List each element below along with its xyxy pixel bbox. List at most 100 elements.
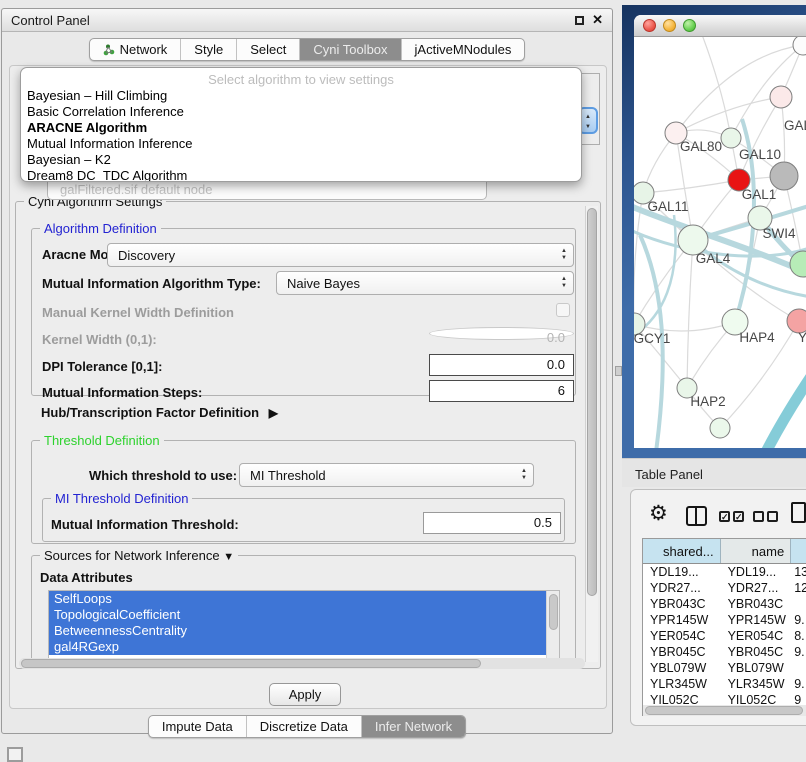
network-edge[interactable] xyxy=(643,180,739,193)
table-cell xyxy=(791,596,806,612)
network-edge[interactable] xyxy=(766,375,806,448)
attribute-gal4rgexp[interactable]: gal4RGexp xyxy=(49,639,546,655)
hub-transcription-factor-toggle[interactable]: Hub/Transcription Factor Definition ▶ xyxy=(41,405,278,420)
algorithm-option-bayesian-hill-climbing[interactable]: Bayesian – Hill Climbing xyxy=(21,88,581,104)
node-label-swi4: SWI4 xyxy=(762,226,795,241)
algorithm-option-aracne-algorithm[interactable]: ARACNE Algorithm xyxy=(21,120,581,136)
unchecked-boxes-icon[interactable] xyxy=(753,511,778,522)
table-cell: YPR145W xyxy=(721,612,792,628)
network-node[interactable] xyxy=(710,418,730,438)
table-row[interactable]: YER054CYER054C8. xyxy=(643,628,806,644)
algorithm-option-bayesian-k2[interactable]: Bayesian – K2 xyxy=(21,152,581,168)
table-cell: 8. xyxy=(791,628,806,644)
table-row[interactable]: YPR145WYPR145W9. xyxy=(643,612,806,628)
network-canvas[interactable]: GALGAL80GAL10GAL1GAL11SWI4GAL4GCY1HAP4YH… xyxy=(634,37,806,448)
table-panel-header: Table Panel xyxy=(622,458,806,487)
sources-title: Sources for Network Inference ▼ xyxy=(40,548,238,563)
tab-discretize-data[interactable]: Discretize Data xyxy=(247,716,362,737)
table-row[interactable]: YDR27...YDR27...12 xyxy=(643,580,806,596)
node-label-hap2: HAP2 xyxy=(690,394,725,409)
mi-threshold-definition-box: MI Threshold Definition Mutual Informati… xyxy=(42,498,565,542)
table-row[interactable]: YBR045CYBR045C9. xyxy=(643,644,806,660)
attributes-scrollbar[interactable] xyxy=(546,591,559,659)
network-edge[interactable] xyxy=(687,240,693,388)
node-label-gal4: GAL4 xyxy=(696,251,731,266)
attribute-topologicalcoefficient[interactable]: TopologicalCoefficient xyxy=(49,607,546,623)
table-row[interactable]: YBR043CYBR043C xyxy=(643,596,806,612)
gear-icon[interactable]: ⚙ xyxy=(649,503,668,524)
network-icon xyxy=(103,44,115,56)
checkbox-unchecked-icon xyxy=(767,511,778,522)
network-node[interactable] xyxy=(721,128,741,148)
close-window-icon[interactable] xyxy=(643,19,656,32)
mi-threshold-definition-title: MI Threshold Definition xyxy=(51,491,192,506)
tab-cyni-toolbox[interactable]: Cyni Toolbox xyxy=(300,39,401,60)
mi-algorithm-type-combo[interactable]: Naive Bayes ▲▼ xyxy=(276,271,574,295)
control-panel-titlebar: Control Panel ✕ xyxy=(2,9,612,32)
table-cell: YBR043C xyxy=(643,596,721,612)
mi-steps-field[interactable]: 6 xyxy=(429,380,574,402)
settings-horizontal-scrollbar[interactable] xyxy=(19,658,585,669)
node-table: shared...nameA YDL19...YDL19...13YDR27..… xyxy=(642,538,806,716)
table-cell: 9. xyxy=(791,612,806,628)
aracne-mode-combo[interactable]: Discovery ▲▼ xyxy=(107,243,574,267)
network-edge[interactable] xyxy=(701,37,731,138)
table-horizontal-scrollbar[interactable] xyxy=(643,705,806,716)
mi-threshold-field[interactable]: 0.5 xyxy=(423,512,561,534)
settings-vertical-scrollbar[interactable] xyxy=(585,206,598,662)
table-row[interactable]: YLR345WYLR345W9. xyxy=(643,676,806,692)
algorithm-option-dream8-dc-tdc-algorithm[interactable]: Dream8 DC_TDC Algorithm xyxy=(21,168,581,182)
combo-stepper-icon: ▲▼ xyxy=(561,276,567,290)
panel-resize-handle[interactable] xyxy=(615,366,622,376)
apply-button[interactable]: Apply xyxy=(269,683,341,706)
columns-icon[interactable] xyxy=(686,506,707,526)
algorithm-option-mutual-information-inference[interactable]: Mutual Information Inference xyxy=(21,136,581,152)
manual-kernel-width-label: Manual Kernel Width Definition xyxy=(42,305,234,320)
manual-kernel-width-checkbox[interactable] xyxy=(556,303,570,317)
column-header-name[interactable]: name xyxy=(721,539,792,563)
node-label-gal11: GAL11 xyxy=(647,199,688,214)
cyni-algorithm-settings-box: Cyni Algorithm Settings Algorithm Defini… xyxy=(15,201,601,669)
scrollbar-thumb[interactable] xyxy=(21,659,481,668)
tab-style[interactable]: Style xyxy=(181,39,237,60)
table-cell: YER054C xyxy=(721,628,792,644)
table-cell: YBL079W xyxy=(721,660,792,676)
which-threshold-combo[interactable]: MI Threshold ▲▼ xyxy=(239,463,534,487)
tab-jactivemnodules[interactable]: jActiveMNodules xyxy=(402,39,525,60)
column-header-a[interactable]: A xyxy=(791,539,806,563)
tab-select[interactable]: Select xyxy=(237,39,300,60)
tab-network[interactable]: Network xyxy=(90,39,182,60)
file-icon[interactable] xyxy=(791,502,806,523)
checked-boxes-icon[interactable]: ✓ ✓ xyxy=(719,511,744,522)
attribute-betweennesscentrality[interactable]: BetweennessCentrality xyxy=(49,623,546,639)
table-row[interactable]: YDL19...YDL19...13 xyxy=(643,564,806,580)
collapse-down-icon[interactable]: ▼ xyxy=(223,551,234,563)
network-node[interactable] xyxy=(770,162,798,190)
float-window-icon[interactable] xyxy=(575,16,584,25)
dpi-tolerance-field[interactable]: 0.0 xyxy=(429,354,574,376)
attribute-selfloops[interactable]: SelfLoops xyxy=(49,591,546,607)
close-panel-icon[interactable]: ✕ xyxy=(592,14,603,26)
scrollbar-thumb[interactable] xyxy=(587,208,597,596)
scrollbar-thumb[interactable] xyxy=(549,594,558,630)
collapsed-panel-icon[interactable] xyxy=(7,747,23,762)
minimize-window-icon[interactable] xyxy=(663,19,676,32)
scrollbar-thumb[interactable] xyxy=(645,706,803,715)
table-cell: YBR045C xyxy=(643,644,721,660)
sources-box: Sources for Network Inference ▼ Data Att… xyxy=(31,555,576,667)
threshold-definition-title: Threshold Definition xyxy=(40,433,164,448)
tab-infer-network[interactable]: Infer Network xyxy=(362,716,465,737)
kernel-width-field[interactable]: 0.0 xyxy=(429,327,574,340)
table-cell xyxy=(791,660,806,676)
zoom-window-icon[interactable] xyxy=(683,19,696,32)
column-header-shared[interactable]: shared... xyxy=(643,539,721,563)
data-attributes-label: Data Attributes xyxy=(40,570,133,585)
node-label-gcy1: GCY1 xyxy=(634,331,670,346)
expand-right-icon[interactable]: ▶ xyxy=(269,406,278,420)
tab-impute-data[interactable]: Impute Data xyxy=(149,716,247,737)
algorithm-option-basic-correlation-inference[interactable]: Basic Correlation Inference xyxy=(21,104,581,120)
table-cell: YLR345W xyxy=(721,676,792,692)
data-attributes-list[interactable]: SelfLoopsTopologicalCoefficientBetweenne… xyxy=(48,590,560,660)
network-node[interactable] xyxy=(770,86,792,108)
table-row[interactable]: YBL079WYBL079W xyxy=(643,660,806,676)
